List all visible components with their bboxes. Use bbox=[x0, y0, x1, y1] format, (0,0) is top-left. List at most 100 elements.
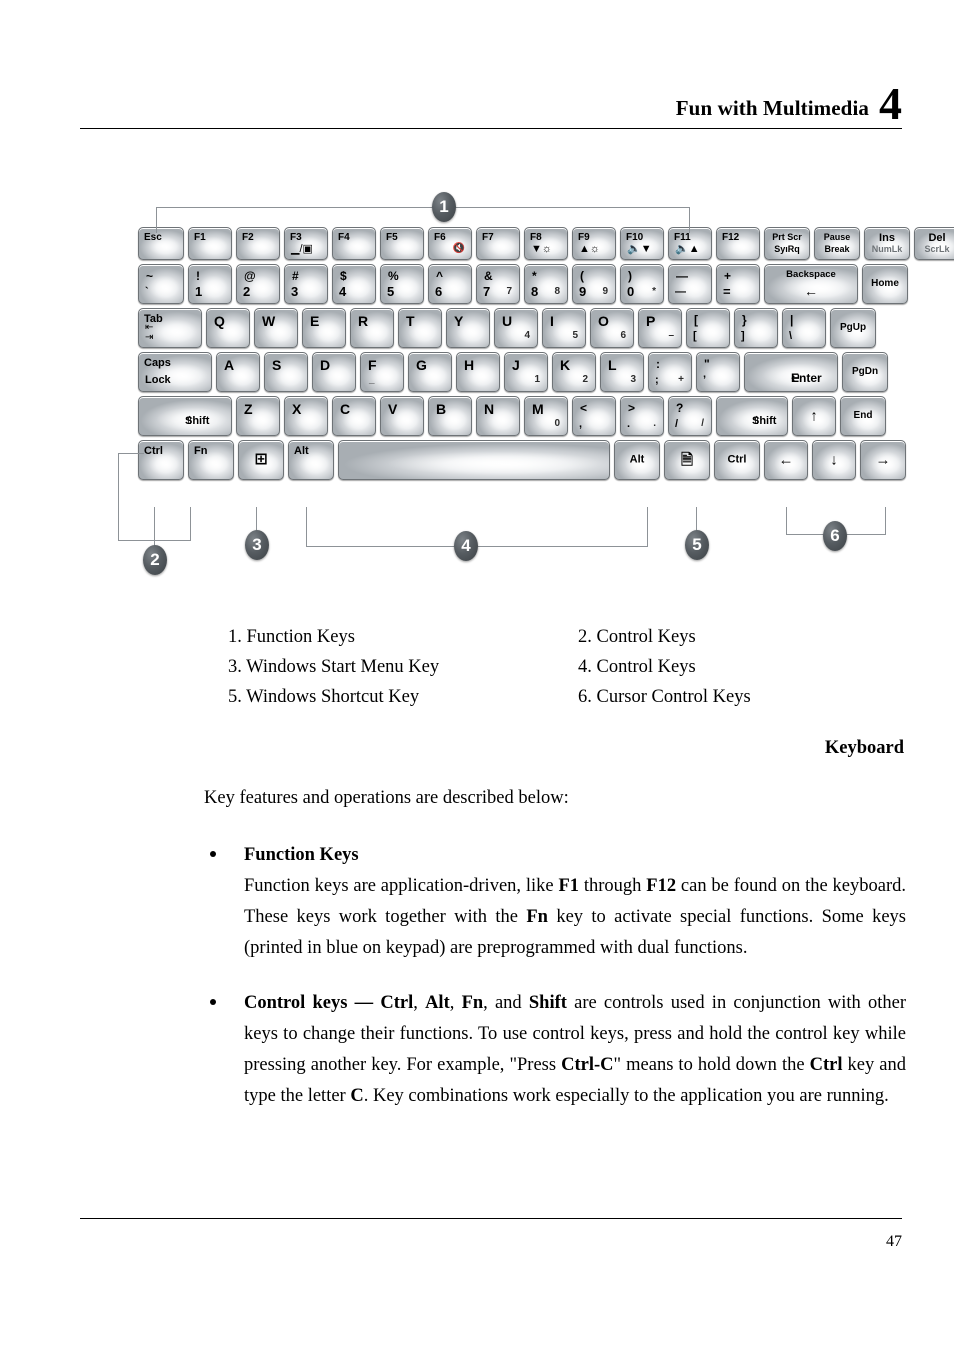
key-shift-left[interactable]: ⇧ Shift bbox=[138, 396, 232, 436]
key-f[interactable]: F _ bbox=[360, 352, 404, 392]
key-alt-left[interactable]: Alt bbox=[288, 440, 334, 480]
key-f2[interactable]: F2 bbox=[236, 227, 280, 260]
callout-2-leader-v bbox=[118, 453, 120, 541]
key-quote[interactable]: " ’ bbox=[696, 352, 740, 392]
key-arrow-right[interactable]: → bbox=[860, 440, 906, 480]
key-delete[interactable]: Del ScrLk bbox=[914, 227, 954, 260]
volume-up-icon: 🔈▲ bbox=[675, 243, 700, 255]
key-8[interactable]: * 8 8 bbox=[524, 264, 568, 304]
key-i[interactable]: I 5 bbox=[542, 308, 586, 348]
key-f12[interactable]: F12 bbox=[716, 227, 760, 260]
key-m[interactable]: M 0 bbox=[524, 396, 568, 436]
key-arrow-down[interactable]: ↓ bbox=[812, 440, 856, 480]
key-end[interactable]: End bbox=[840, 396, 886, 436]
key-q[interactable]: Q bbox=[206, 308, 250, 348]
key-comma[interactable]: < , bbox=[572, 396, 616, 436]
key-k[interactable]: K 2 bbox=[552, 352, 596, 392]
key-z[interactable]: Z bbox=[236, 396, 280, 436]
key-equal[interactable]: + = bbox=[716, 264, 760, 304]
key-6[interactable]: ^ 6 bbox=[428, 264, 472, 304]
key-tilde[interactable]: ~ ` bbox=[138, 264, 184, 304]
key-f9[interactable]: F9 ▲☼ bbox=[572, 227, 616, 260]
key-f10[interactable]: F10 🔈▼ bbox=[620, 227, 664, 260]
key-bracket-left[interactable]: [ [ bbox=[686, 308, 730, 348]
key-spacebar[interactable] bbox=[338, 440, 610, 480]
key-alt-right[interactable]: Alt bbox=[614, 440, 660, 480]
bullet-marker bbox=[210, 999, 216, 1005]
key-pause[interactable]: Pause Break bbox=[814, 227, 860, 260]
key-insert[interactable]: Ins NumLk bbox=[864, 227, 910, 260]
intro-paragraph: Key features and operations are describe… bbox=[204, 788, 569, 808]
key-semicolon[interactable]: : ; + bbox=[648, 352, 692, 392]
keyboard-row-function: Esc F1 F2 F3 ▁/▣ F4 F5 F6 🔇 F7 F8 ▼☼ F9 bbox=[138, 227, 954, 260]
key-enter[interactable]: ↵ Enter bbox=[744, 352, 838, 392]
bullet-marker bbox=[210, 851, 216, 857]
key-f7[interactable]: F7 bbox=[476, 227, 520, 260]
key-ctrl-left[interactable]: Ctrl bbox=[138, 440, 184, 480]
key-y[interactable]: Y bbox=[446, 308, 490, 348]
key-pageup[interactable]: PgUp bbox=[830, 308, 876, 348]
key-5[interactable]: % 5 bbox=[380, 264, 424, 304]
brightness-down-icon: ▼☼ bbox=[531, 243, 552, 255]
key-e[interactable]: E bbox=[302, 308, 346, 348]
key-4[interactable]: $ 4 bbox=[332, 264, 376, 304]
key-x[interactable]: X bbox=[284, 396, 328, 436]
key-1[interactable]: ! 1 bbox=[188, 264, 232, 304]
key-2[interactable]: @ 2 bbox=[236, 264, 280, 304]
key-ctrl-right[interactable]: Ctrl bbox=[714, 440, 760, 480]
key-tab[interactable]: Tab ⇤ ⇥ bbox=[138, 308, 202, 348]
key-fn[interactable]: Fn bbox=[188, 440, 234, 480]
key-t[interactable]: T bbox=[398, 308, 442, 348]
key-j[interactable]: J 1 bbox=[504, 352, 548, 392]
key-n[interactable]: N bbox=[476, 396, 520, 436]
key-minus[interactable]: — — bbox=[668, 264, 712, 304]
bullet-heading: Function Keys bbox=[244, 845, 359, 865]
key-arrow-up[interactable]: ↑ bbox=[792, 396, 836, 436]
key-menu[interactable]: 🗎 bbox=[664, 440, 710, 480]
bullet-control-keys: Control keys — Ctrl, Alt, Fn, and Shift … bbox=[204, 988, 906, 1112]
key-s[interactable]: S bbox=[264, 352, 308, 392]
key-f6[interactable]: F6 🔇 bbox=[428, 227, 472, 260]
key-home[interactable]: Home bbox=[862, 264, 908, 304]
key-p[interactable]: P – bbox=[638, 308, 682, 348]
key-c[interactable]: C bbox=[332, 396, 376, 436]
key-f8[interactable]: F8 ▼☼ bbox=[524, 227, 568, 260]
key-backspace[interactable]: Backspace ← bbox=[764, 264, 858, 304]
key-7[interactable]: & 7 7 bbox=[476, 264, 520, 304]
key-arrow-left[interactable]: ← bbox=[764, 440, 808, 480]
key-shift-right[interactable]: ⇧ Shift bbox=[716, 396, 788, 436]
bullet-body: Function keys are application-driven, li… bbox=[244, 876, 906, 958]
key-w[interactable]: W bbox=[254, 308, 298, 348]
keyboard-graphic: Esc F1 F2 F3 ▁/▣ F4 F5 F6 🔇 F7 F8 ▼☼ F9 bbox=[138, 227, 954, 484]
key-windows[interactable]: ⊞ bbox=[238, 440, 284, 480]
arrow-left-icon: ← bbox=[804, 283, 818, 299]
key-o[interactable]: O 6 bbox=[590, 308, 634, 348]
key-l[interactable]: L 3 bbox=[600, 352, 644, 392]
key-f1[interactable]: F1 bbox=[188, 227, 232, 260]
key-d[interactable]: D bbox=[312, 352, 356, 392]
key-u[interactable]: U 4 bbox=[494, 308, 538, 348]
key-capslock[interactable]: Caps Lock bbox=[138, 352, 212, 392]
key-backslash[interactable]: | \ bbox=[782, 308, 826, 348]
key-h[interactable]: H bbox=[456, 352, 500, 392]
key-r[interactable]: R bbox=[350, 308, 394, 348]
key-v[interactable]: V bbox=[380, 396, 424, 436]
key-3[interactable]: # 3 bbox=[284, 264, 328, 304]
key-g[interactable]: G bbox=[408, 352, 452, 392]
key-f5[interactable]: F5 bbox=[380, 227, 424, 260]
key-printscreen[interactable]: Prt Scr SyıRq bbox=[764, 227, 810, 260]
key-a[interactable]: A bbox=[216, 352, 260, 392]
header-divider bbox=[80, 128, 902, 129]
keyboard-figure: 1 Esc F1 F2 F3 ▁/▣ F4 F5 F6 🔇 F7 F8 ▼☼ F… bbox=[110, 185, 954, 595]
key-b[interactable]: B bbox=[428, 396, 472, 436]
key-f3[interactable]: F3 ▁/▣ bbox=[284, 227, 328, 260]
callout-1-leader-left bbox=[156, 207, 158, 233]
key-period[interactable]: > . . bbox=[620, 396, 664, 436]
key-esc[interactable]: Esc bbox=[138, 227, 184, 260]
key-0[interactable]: ) 0 * bbox=[620, 264, 664, 304]
key-9[interactable]: ( 9 9 bbox=[572, 264, 616, 304]
key-slash[interactable]: ? / / bbox=[668, 396, 712, 436]
key-bracket-right[interactable]: } ] bbox=[734, 308, 778, 348]
key-pagedown[interactable]: PgDn bbox=[842, 352, 888, 392]
key-f4[interactable]: F4 bbox=[332, 227, 376, 260]
